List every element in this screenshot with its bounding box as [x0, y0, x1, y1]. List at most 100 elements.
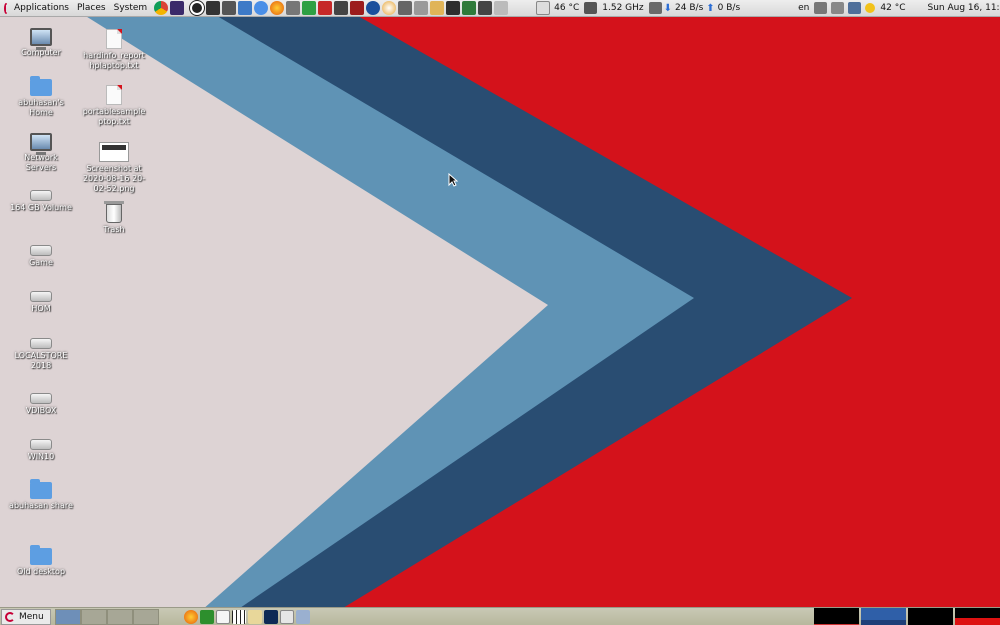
desktop-wallpaper: [0, 0, 1000, 625]
workspace-4[interactable]: [132, 608, 159, 625]
wine-icon[interactable]: [350, 1, 365, 15]
obs-icon[interactable]: [190, 1, 205, 15]
desktop-icon-label: VDIBOX: [25, 406, 57, 415]
desktop-icon-screenshot[interactable]: Screenshot at 2020-08-16 20-02-52.png: [81, 142, 147, 194]
firefox-icon[interactable]: [183, 609, 198, 624]
desktop-icon-vdibox[interactable]: VDIBOX: [8, 388, 74, 416]
chrome-icon[interactable]: [154, 1, 169, 15]
disc-burner-icon[interactable]: [382, 1, 397, 15]
desktop-icon-game[interactable]: Game: [8, 240, 74, 268]
x-tool-icon[interactable]: [478, 1, 493, 15]
document-icon[interactable]: [295, 609, 310, 624]
notes-icon[interactable]: [247, 609, 262, 624]
upload-speed-readout: 0 B/s: [717, 3, 741, 13]
computer-icon: [30, 28, 52, 50]
notes-icon[interactable]: [536, 1, 551, 15]
drive-icon: [30, 338, 52, 349]
menu-button[interactable]: Menu: [1, 608, 51, 625]
workspace-2[interactable]: [80, 608, 107, 625]
desktop-icon-hom[interactable]: HOM: [8, 286, 74, 314]
file-manager-icon[interactable]: [430, 1, 445, 15]
system-monitor-icon[interactable]: [222, 1, 237, 15]
network-graph[interactable]: [908, 607, 953, 625]
home-folder-icon: [30, 76, 52, 96]
menu-button-label: Menu: [19, 611, 44, 622]
workspace-3[interactable]: [106, 608, 133, 625]
display-settings-icon[interactable]: [814, 2, 828, 14]
swap-graph[interactable]: [955, 607, 1000, 625]
desktop-icon-label: WIN10: [27, 452, 55, 461]
image-viewer-icon[interactable]: [334, 1, 349, 15]
system-menu[interactable]: System: [110, 0, 152, 17]
app-store-icon[interactable]: [238, 1, 253, 15]
desktop-icon-win10[interactable]: WIN10: [8, 434, 74, 462]
keyboard-layout-indicator[interactable]: en: [795, 3, 812, 13]
quick-launch-bar: [183, 609, 311, 624]
debian-logo-icon: [5, 611, 15, 622]
desktop-icon-home[interactable]: abuhasan's Home: [8, 76, 74, 118]
grid-app-icon[interactable]: [231, 609, 246, 624]
photoshop-icon[interactable]: [263, 609, 278, 624]
desktop-icon-network-servers[interactable]: Network Servers: [8, 133, 74, 173]
applications-menu[interactable]: Applications: [10, 0, 73, 17]
cpu-temp-readout: 46 °C: [554, 3, 580, 13]
firefox-icon[interactable]: [270, 1, 285, 15]
calculator-icon[interactable]: [398, 1, 413, 15]
volume-icon[interactable]: [831, 2, 845, 14]
desktop-icon-hardinfo-report[interactable]: hardinfo_report hplaptop.txt: [81, 29, 147, 71]
desktop-icon-trash[interactable]: Trash: [81, 201, 147, 235]
network-monitor-icon: [648, 2, 662, 14]
clock[interactable]: Sun Aug 16, 11:46:04: [925, 3, 1000, 13]
desktop-icon-label: Game: [29, 258, 53, 267]
drawing-app-icon[interactable]: [279, 609, 294, 624]
text-editor-icon[interactable]: [215, 609, 230, 624]
download-arrow-icon: ⬇: [663, 2, 673, 14]
desktop-icon-portable-sample[interactable]: portablesample ptop.txt: [81, 85, 147, 127]
top-panel: Applications Places System 46 °C 1.52 GH…: [0, 0, 1000, 17]
weather-temp-readout: 42 °C: [880, 3, 906, 13]
places-menu[interactable]: Places: [73, 0, 110, 17]
desktop-icon-label: Old desktop: [16, 567, 66, 576]
phone-icon[interactable]: [446, 1, 461, 15]
gimp-icon[interactable]: [286, 1, 301, 15]
desktop-icon-164gb-volume[interactable]: 164 GB Volume: [8, 185, 74, 213]
desktop-icon-label: portablesample ptop.txt: [82, 107, 146, 126]
steam-icon[interactable]: [366, 1, 381, 15]
launcher-bar: [153, 1, 551, 15]
desktop-icon-label: LOCALSTORE 2018: [14, 351, 68, 370]
drive-icon: [30, 393, 52, 404]
desktop-icon-share[interactable]: abuhasan share: [8, 479, 74, 511]
upload-arrow-icon: ⬆: [706, 2, 715, 14]
system-status-area: 46 °C 1.52 GHz ⬇ 24 B/s ⬆ 0 B/s en 42 °C…: [551, 1, 1000, 15]
spreadsheet-icon[interactable]: [462, 1, 477, 15]
memory-graph[interactable]: [861, 607, 906, 625]
drive-icon: [30, 291, 52, 302]
drive-icon: [30, 190, 52, 201]
screenshot-icon[interactable]: [414, 1, 429, 15]
desktop-icon-computer[interactable]: Computer: [8, 28, 74, 58]
desktop-icon-label: Trash: [103, 225, 125, 234]
app-launcher-icon[interactable]: [170, 1, 185, 15]
xmind-icon[interactable]: [302, 1, 317, 15]
workspace-1[interactable]: [54, 608, 81, 625]
workspace-switcher: [54, 608, 159, 625]
image-file-icon: [99, 142, 129, 162]
pdf-reader-icon[interactable]: [318, 1, 333, 15]
calendar-icon[interactable]: [494, 1, 509, 15]
desktop-icon-old-desktop[interactable]: Old desktop: [8, 545, 74, 577]
plants-vs-zombies-icon[interactable]: [199, 609, 214, 624]
cpu-graph[interactable]: [814, 607, 859, 625]
network-icon: [30, 133, 52, 155]
download-speed-readout: 24 B/s: [675, 3, 704, 13]
bottom-panel: Menu: [0, 607, 1000, 625]
desktop-icon-label: abuhasan share: [9, 501, 73, 510]
desktop-icon-label: HOM: [31, 304, 51, 313]
debian-logo-icon[interactable]: [4, 2, 8, 14]
drive-icon: [30, 245, 52, 256]
drive-icon: [30, 439, 52, 450]
desktop-icon-localstore[interactable]: LOCALSTORE 2018: [8, 333, 74, 371]
chromium-icon[interactable]: [254, 1, 269, 15]
terminal-icon[interactable]: [206, 1, 221, 15]
weather-sun-icon: [865, 3, 876, 13]
network-status-icon[interactable]: [848, 2, 862, 14]
